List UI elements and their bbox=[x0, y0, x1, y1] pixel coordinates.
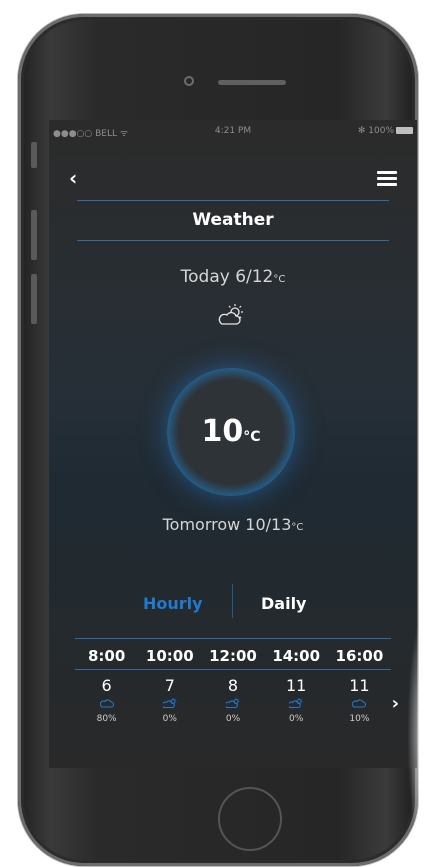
partly-cloudy-icon bbox=[162, 698, 177, 708]
chevron-left-icon: ‹ bbox=[69, 166, 78, 190]
forecast-column: 6 80% bbox=[75, 676, 139, 725]
back-button[interactable]: ‹ bbox=[69, 168, 87, 188]
front-camera bbox=[184, 76, 194, 86]
forecast-precip: 0% bbox=[225, 714, 241, 724]
forecast-precip: 80% bbox=[96, 714, 117, 724]
earpiece-speaker bbox=[218, 80, 286, 85]
tab-daily[interactable]: Daily bbox=[261, 594, 306, 613]
title-rule-bottom bbox=[77, 240, 389, 241]
forecast-temp: 7 bbox=[164, 676, 175, 695]
title-rule-top bbox=[77, 200, 389, 201]
forecast-tabs: Hourly Daily bbox=[49, 584, 417, 618]
battery-indicator: ✻ 100% bbox=[358, 126, 413, 136]
partly-cloudy-icon bbox=[218, 304, 243, 325]
tomorrow-summary: Tomorrow 10/13°C bbox=[49, 515, 417, 534]
forecast-hour: 8:00 bbox=[87, 647, 126, 665]
tab-divider bbox=[232, 584, 233, 618]
power-button bbox=[411, 669, 417, 711]
forecast-temp: 11 bbox=[286, 676, 307, 695]
next-forecast-button[interactable]: › bbox=[392, 693, 399, 714]
tomorrow-unit: °C bbox=[291, 522, 304, 533]
partly-cloudy-icon bbox=[289, 698, 303, 708]
hours-rule-bottom bbox=[75, 669, 391, 670]
forecast-hour: 16:00 bbox=[335, 647, 384, 665]
today-unit: °C bbox=[273, 274, 286, 285]
forecast-temp: 8 bbox=[227, 676, 239, 695]
current-temperature-dial: 10°C bbox=[167, 368, 295, 496]
home-button[interactable] bbox=[218, 787, 282, 851]
volume-up-button bbox=[31, 210, 37, 260]
mute-switch bbox=[31, 142, 37, 168]
phone-frame: ●●●○○ BELL ᯤ 4:21 PM ✻ 100% ‹ Weather To… bbox=[18, 14, 424, 866]
page-title: Weather bbox=[192, 210, 274, 230]
cloud-icon bbox=[352, 699, 367, 708]
forecast-column: 11 10% bbox=[327, 676, 391, 725]
forecast-hours-row: 8:00 10:00 12:00 14:00 16:00 bbox=[75, 647, 391, 665]
today-summary: Today 6/12°C bbox=[49, 267, 417, 287]
volume-down-button bbox=[31, 274, 37, 324]
menu-button[interactable] bbox=[377, 171, 397, 186]
forecast-hour: 14:00 bbox=[272, 647, 321, 665]
chevron-right-icon: › bbox=[391, 693, 399, 714]
status-bar: ●●●○○ BELL ᯤ 4:21 PM ✻ 100% bbox=[53, 126, 413, 140]
hours-rule-top bbox=[75, 638, 391, 639]
forecast-hour: 12:00 bbox=[209, 647, 257, 665]
forecast-column: 7 0% bbox=[138, 676, 202, 725]
forecast-precip: 0% bbox=[162, 714, 177, 724]
forecast-column: 8 0% bbox=[201, 676, 265, 725]
battery-icon bbox=[396, 127, 413, 134]
tomorrow-label: Tomorrow 10/13 bbox=[162, 515, 292, 534]
forecast-column: 11 0% bbox=[264, 676, 328, 725]
partly-cloudy-icon bbox=[226, 698, 240, 708]
current-temperature: 10°C bbox=[201, 414, 261, 449]
forecast-hour: 10:00 bbox=[145, 647, 194, 665]
hamburger-menu-icon bbox=[377, 171, 397, 174]
forecast-precip: 10% bbox=[349, 714, 370, 724]
app-screen: ●●●○○ BELL ᯤ 4:21 PM ✻ 100% ‹ Weather To… bbox=[49, 120, 417, 768]
today-label: Today 6/12 bbox=[180, 267, 274, 287]
forecast-temp: 11 bbox=[349, 676, 370, 695]
forecast-temp: 6 bbox=[101, 676, 112, 695]
tab-hourly[interactable]: Hourly bbox=[143, 594, 203, 613]
cloud-icon bbox=[99, 699, 114, 708]
forecast-precip: 0% bbox=[289, 714, 304, 724]
